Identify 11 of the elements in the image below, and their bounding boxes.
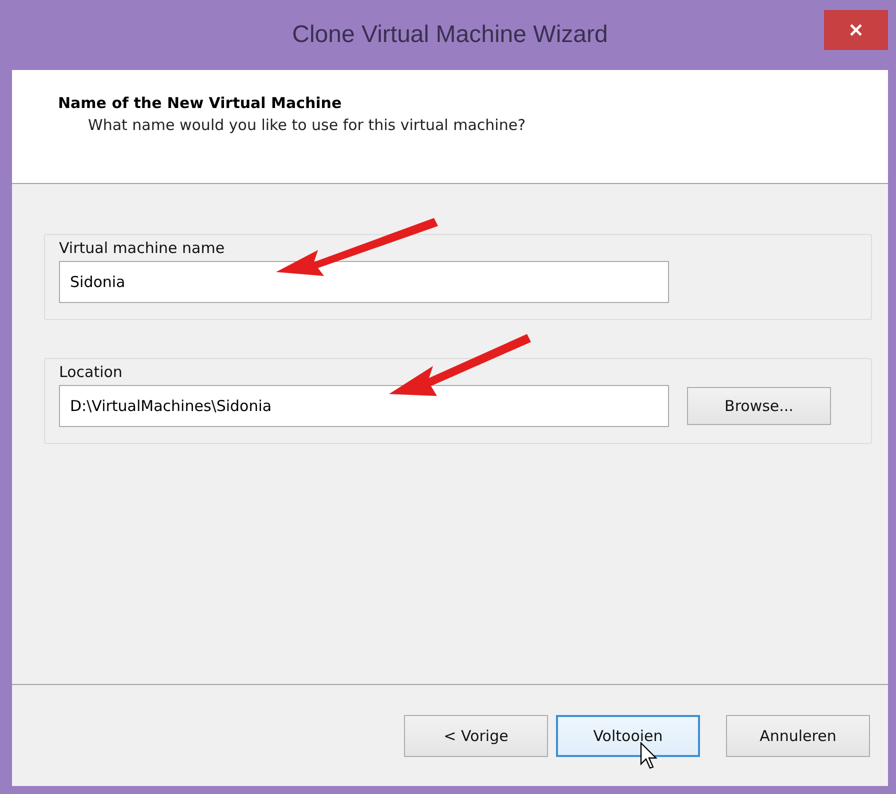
page-heading: Name of the New Virtual Machine — [58, 94, 343, 112]
wizard-button[interactable]: Voltooien — [556, 714, 700, 756]
text-field[interactable]: Sidonia — [59, 261, 669, 303]
field-label: Location — [59, 363, 124, 381]
browse-button[interactable]: Browse... — [687, 387, 831, 425]
window-title: Clone Virtual Machine Wizard — [292, 21, 608, 49]
wizard-button[interactable]: < Vorige — [404, 714, 548, 756]
page-description: What name would you like to use for this virtual machine? — [87, 116, 527, 134]
field-label: Virtual machine name — [59, 239, 226, 257]
wizard-button[interactable]: Annuleren — [726, 714, 870, 756]
text-field[interactable]: D:\VirtualMachines\Sidonia — [59, 385, 669, 427]
